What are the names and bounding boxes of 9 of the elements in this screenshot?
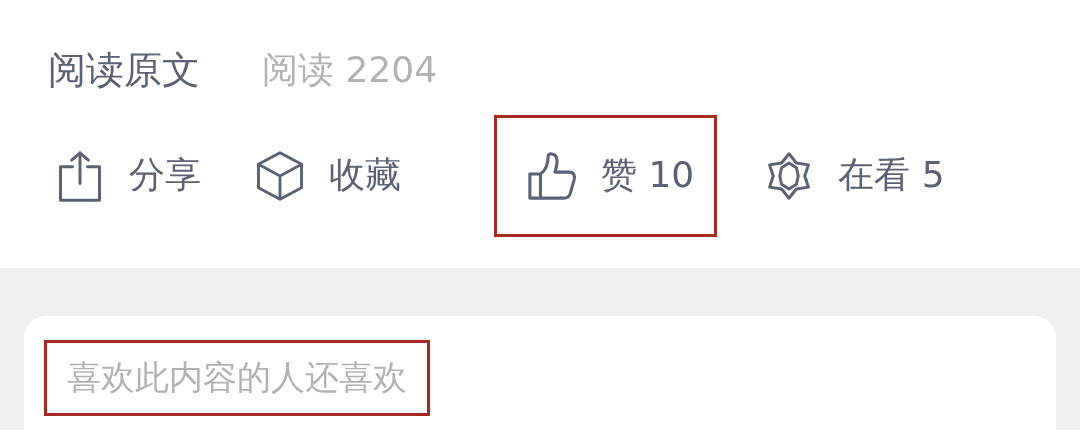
thumbs-up-icon: [527, 149, 577, 202]
section-title: 喜欢此内容的人还喜欢: [44, 340, 430, 416]
cube-icon: [255, 149, 305, 202]
favorite-button[interactable]: 收藏: [252, 114, 404, 237]
share-button[interactable]: 分享: [48, 114, 204, 237]
watching-button[interactable]: 在看 5: [741, 114, 948, 237]
like-button[interactable]: 赞 10: [494, 114, 718, 237]
read-count: 阅读 2204: [262, 48, 438, 92]
read-original-link[interactable]: 阅读原文: [48, 45, 200, 96]
